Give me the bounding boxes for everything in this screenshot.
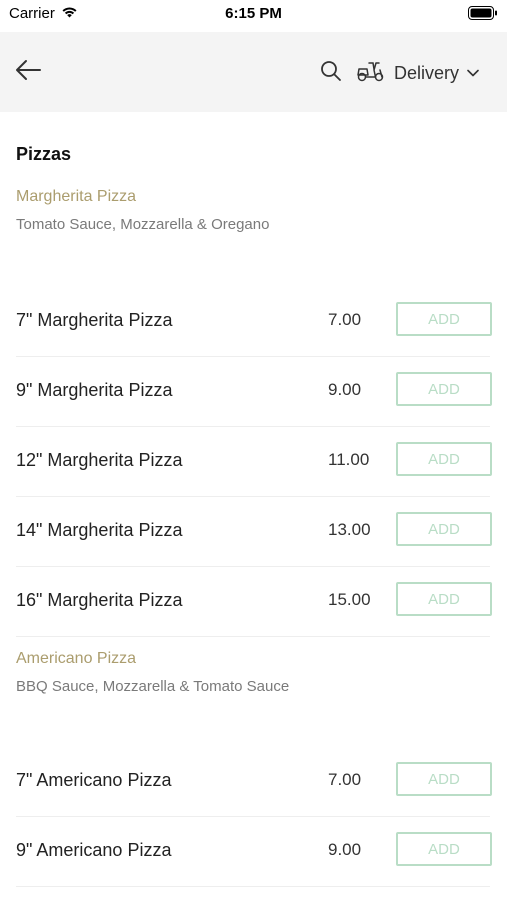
back-button[interactable] bbox=[10, 56, 46, 88]
variant-price: 11.00 bbox=[328, 450, 370, 469]
product-name: Americano Pizza bbox=[16, 650, 137, 667]
variant-name: 7" Margherita Pizza bbox=[16, 310, 173, 330]
scooter-icon bbox=[356, 59, 386, 88]
category-title: Pizzas bbox=[16, 144, 72, 164]
variant-price: 7.00 bbox=[328, 770, 362, 789]
variant-name: 7" Americano Pizza bbox=[16, 770, 172, 790]
add-button[interactable]: ADD bbox=[396, 582, 492, 616]
product-description: BBQ Sauce, Mozzarella & Tomato Sauce bbox=[16, 678, 290, 695]
search-button[interactable] bbox=[316, 58, 346, 88]
app-header: Delivery bbox=[0, 32, 507, 112]
variant-name: 12" Margherita Pizza bbox=[16, 450, 183, 470]
product-description: Tomato Sauce, Mozzarella & Oregano bbox=[16, 216, 270, 233]
variant-price: 15.00 bbox=[328, 590, 371, 609]
variant-name: 9" Margherita Pizza bbox=[16, 380, 173, 400]
add-button[interactable]: ADD bbox=[396, 832, 492, 866]
variant-row: 7" Americano Pizza 7.00 ADD bbox=[16, 746, 492, 817]
status-bar: Carrier 6:15 PM bbox=[0, 0, 507, 32]
variant-price: 9.00 bbox=[328, 840, 362, 859]
add-button[interactable]: ADD bbox=[396, 512, 492, 546]
variant-price: 9.00 bbox=[328, 380, 362, 399]
add-button[interactable]: ADD bbox=[396, 762, 492, 796]
arrow-left-icon bbox=[14, 59, 42, 86]
variant-name: 16" Margherita Pizza bbox=[16, 590, 183, 610]
add-button[interactable]: ADD bbox=[396, 442, 492, 476]
variant-row: 9" Margherita Pizza 9.00 ADD bbox=[16, 356, 492, 427]
variant-row: 16" Margherita Pizza 15.00 ADD bbox=[16, 566, 492, 637]
chevron-down-icon bbox=[467, 64, 479, 82]
status-time: 6:15 PM bbox=[225, 5, 282, 22]
product-name: Margherita Pizza bbox=[16, 188, 137, 205]
battery-icon bbox=[468, 6, 498, 25]
add-button[interactable]: ADD bbox=[396, 372, 492, 406]
variant-name: 9" Americano Pizza bbox=[16, 840, 172, 860]
variant-row: 14" Margherita Pizza 13.00 ADD bbox=[16, 496, 492, 567]
add-button[interactable]: ADD bbox=[396, 302, 492, 336]
delivery-mode-selector[interactable]: Delivery bbox=[356, 56, 479, 90]
variant-price: 7.00 bbox=[328, 310, 362, 329]
delivery-label: Delivery bbox=[394, 62, 460, 83]
variant-row: 7" Margherita Pizza 7.00 ADD bbox=[16, 286, 492, 357]
variant-price: 13.00 bbox=[328, 520, 371, 539]
search-icon bbox=[320, 60, 342, 87]
variant-name: 14" Margherita Pizza bbox=[16, 520, 183, 540]
variant-row: 12" Margherita Pizza 11.00 ADD bbox=[16, 426, 492, 497]
variant-row: 9" Americano Pizza 9.00 ADD bbox=[16, 816, 492, 887]
